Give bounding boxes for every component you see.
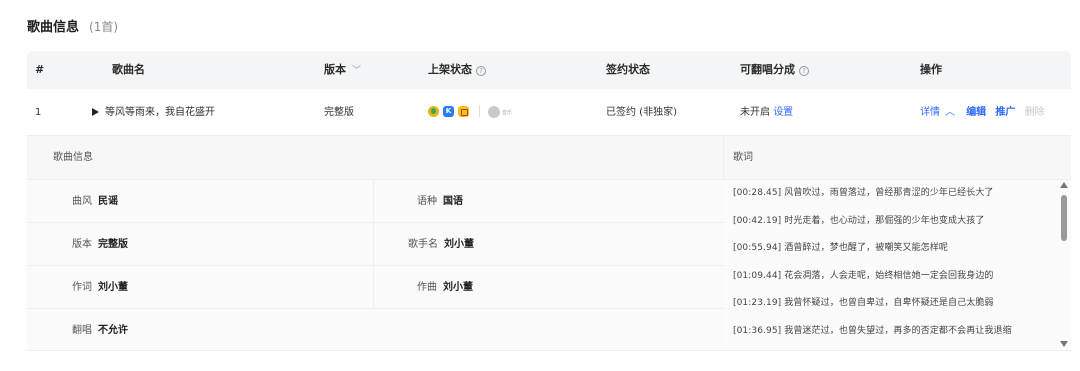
info-value: 国语 — [443, 196, 463, 207]
platform-icons: 音乐 — [428, 89, 512, 136]
lyrics-panel: 歌词 [00:28.45] 风曾吹过，雨曾落过，曾经那青涩的少年已经长大了 [0… — [724, 136, 1071, 350]
help-icon[interactable]: ? — [476, 66, 486, 76]
row-version: 完整版 — [324, 107, 354, 118]
row-index: 1 — [35, 107, 42, 118]
info-cell: 版本 完整版 — [72, 223, 128, 266]
info-label: 作词 — [72, 282, 92, 293]
lyric-line: [01:09.44] 花会凋落，人会走呢，始终相信她一定会回我身边的 — [733, 270, 994, 281]
info-label: 翻唱 — [72, 325, 92, 336]
help-icon[interactable]: ? — [799, 66, 809, 76]
info-cell: 曲风 民谣 — [72, 180, 118, 223]
col-cover-share-label: 可翻唱分成 — [740, 63, 795, 76]
lyric-line: [01:23.19] 我曾怀疑过，也曾自卑过，自卑怀疑还是自己太脆弱 — [733, 298, 994, 308]
info-cell: 作词 刘小董 — [72, 266, 128, 309]
promote-button[interactable]: 推广 — [995, 107, 1015, 118]
lyric-line: [00:42.19] 时光走着，也心动过，那倔强的少年也变成大孩了 — [733, 215, 985, 226]
info-cell: 作曲 刘小董 — [417, 266, 473, 309]
delete-button: 删除 — [1024, 107, 1045, 118]
row-sign-status: 已签约 (非独家) — [606, 107, 677, 118]
scroll-up-arrow-icon[interactable] — [1060, 182, 1068, 188]
lyrics-list[interactable]: [00:28.45] 风曾吹过，雨曾落过，曾经那青涩的少年已经长大了 [00:4… — [733, 182, 1053, 350]
cover-share-status: 未开启 — [740, 107, 770, 118]
info-row: 翻唱 不允许 — [27, 309, 724, 350]
kugou-icon — [443, 106, 454, 117]
info-value: 完整版 — [98, 239, 128, 250]
table-header: # 歌曲名 版本 ﹀ 上架状态? 签约状态 可翻唱分成? 操作 — [27, 51, 1071, 89]
col-song-name: 歌曲名 — [112, 63, 145, 76]
info-label: 作曲 — [417, 282, 437, 293]
kuwo-icon — [458, 106, 469, 117]
col-version[interactable]: 版本 ﹀ — [324, 51, 361, 89]
col-cover-share: 可翻唱分成? — [740, 51, 809, 89]
info-cell: 语种 国语 — [417, 180, 463, 223]
info-value: 刘小董 — [443, 282, 473, 293]
table-row: 1 等风等雨来，我自花盛开 完整版 音乐 已签约 (非独家) 未开启 设置 详情… — [27, 89, 1071, 136]
col-actions: 操作 — [920, 63, 942, 76]
info-cell: 歌手名 刘小董 — [408, 223, 474, 266]
divider — [373, 223, 374, 266]
info-label: 版本 — [72, 239, 92, 250]
song-detail-panel: 歌曲信息 曲风 民谣 语种 国语 版本 完整版 歌手名 刘小董 作词 刘小董 作曲 刘小董 … — [27, 136, 1071, 351]
lyric-line: [00:28.45] 风曾吹过，雨曾落过，曾经那青涩的少年已经长大了 — [733, 188, 994, 198]
info-label: 歌手名 — [408, 239, 438, 250]
info-row: 版本 完整版 歌手名 刘小董 — [27, 223, 724, 266]
col-index: # — [35, 63, 45, 76]
lyrics-scrollbar[interactable] — [1060, 182, 1068, 350]
platform-off-label: 音乐 — [502, 110, 513, 116]
section-header: 歌曲信息 (1首) — [27, 16, 118, 36]
divider — [373, 180, 374, 223]
row-actions: 详情 ︿ 编辑 推广 删除 — [920, 89, 1045, 136]
col-listing-status-label: 上架状态 — [428, 63, 472, 76]
edit-button[interactable]: 编辑 — [966, 107, 986, 118]
song-name: 等风等雨来，我自花盛开 — [105, 107, 215, 118]
info-value: 刘小董 — [98, 282, 128, 293]
info-value: 刘小董 — [444, 239, 474, 250]
lyric-line: [01:36.95] 我曾迷茫过，也曾失望过，再多的否定都不会再让我退缩 — [733, 325, 1012, 336]
cover-share-settings-link[interactable]: 设置 — [773, 107, 793, 118]
lyric-line: [00:55.94] 酒曾醉过，梦也醒了，被嘲笑又能怎样呢 — [733, 243, 949, 253]
col-listing-status: 上架状态? — [428, 51, 486, 89]
info-label: 语种 — [417, 196, 437, 207]
divider — [373, 266, 374, 309]
chevron-down-icon[interactable]: ﹀ — [352, 52, 361, 90]
song-name-cell[interactable]: 等风等雨来，我自花盛开 — [92, 89, 215, 136]
song-count: (1首) — [89, 20, 119, 34]
scroll-down-arrow-icon[interactable] — [1060, 341, 1068, 347]
info-label: 曲风 — [72, 196, 92, 207]
divider — [479, 105, 480, 117]
info-value: 不允许 — [98, 325, 128, 336]
detail-button[interactable]: 详情 — [920, 107, 940, 118]
scrollbar-thumb[interactable] — [1061, 195, 1067, 241]
info-cell: 翻唱 不允许 — [72, 309, 128, 350]
info-row: 曲风 民谣 语种 国语 — [27, 180, 724, 223]
section-title: 歌曲信息 — [27, 20, 80, 35]
qq-music-icon — [428, 106, 439, 117]
play-icon[interactable] — [92, 108, 99, 116]
chevron-up-icon[interactable]: ︿ — [945, 107, 955, 118]
info-value: 民谣 — [98, 196, 118, 207]
col-sign-status: 签约状态 — [606, 63, 650, 76]
col-version-label: 版本 — [324, 63, 346, 76]
info-row: 作词 刘小董 作曲 刘小董 — [27, 266, 724, 309]
song-info-panel: 歌曲信息 曲风 民谣 语种 国语 版本 完整版 歌手名 刘小董 作词 刘小董 作曲 刘小董 … — [27, 136, 724, 350]
lyrics-title: 歌词 — [724, 136, 1071, 180]
netease-music-icon — [488, 106, 500, 118]
row-cover-share: 未开启 设置 — [740, 89, 793, 136]
song-info-title: 歌曲信息 — [27, 136, 723, 180]
